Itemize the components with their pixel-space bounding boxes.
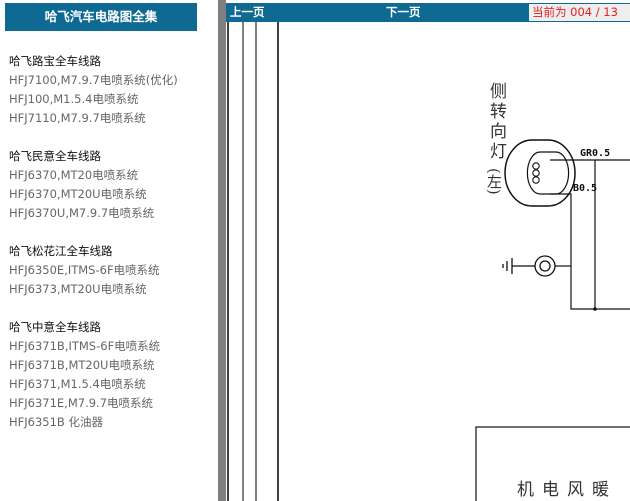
group-title: 哈飞松花江全车线路 bbox=[9, 244, 113, 258]
circuit-link[interactable]: HFJ6371,M1.5.4电喷系统 bbox=[9, 375, 214, 394]
lamp-filament bbox=[532, 162, 540, 170]
lamp-symbol bbox=[504, 139, 576, 207]
sidebar-title: 哈飞汽车电路图全集 bbox=[5, 3, 197, 31]
circuit-link[interactable]: HFJ6351B 化油器 bbox=[9, 413, 214, 432]
circuit-link[interactable]: HFJ7100,M7.9.7电喷系统(优化) bbox=[9, 71, 214, 90]
wire-b bbox=[550, 193, 595, 310]
circuit-link[interactable]: HFJ7110,M7.9.7电喷系统 bbox=[9, 109, 214, 128]
ground-terminal-inner bbox=[539, 260, 551, 272]
circuit-link[interactable]: HFJ6371B,MT20U电喷系统 bbox=[9, 356, 214, 375]
group-lubao: 哈飞路宝全车线路 HFJ7100,M7.9.7电喷系统(优化) HFJ100,M… bbox=[9, 52, 214, 128]
lamp-label: 侧转向灯 bbox=[486, 82, 506, 162]
next-page-button[interactable]: 下一页 bbox=[386, 3, 421, 22]
lamp-inner bbox=[526, 151, 570, 195]
diagram-drawing bbox=[227, 22, 630, 501]
lamp-side-label: (左) bbox=[485, 168, 503, 195]
circuit-link[interactable]: HFJ6370,MT20电喷系统 bbox=[9, 166, 214, 185]
page-toolbar: 上一页 下一页 当前为 004 / 13 bbox=[226, 3, 630, 22]
page-indicator: 当前为 004 / 13 bbox=[529, 4, 630, 21]
sidebar: 哈飞汽车电路图全集 哈飞路宝全车线路 HFJ7100,M7.9.7电喷系统(优化… bbox=[0, 0, 218, 501]
box-text: 风 bbox=[563, 480, 583, 497]
prev-page-button[interactable]: 上一页 bbox=[230, 3, 265, 22]
box-text: 暖 bbox=[588, 480, 608, 497]
lamp-filament bbox=[532, 169, 540, 177]
group-title: 哈飞中意全车线路 bbox=[9, 320, 101, 334]
wiring-diagram: 侧转向灯 (左) GR0.5 B0.5 暖 风 电 机 bbox=[226, 22, 630, 501]
wire-label-gr: GR0.5 bbox=[580, 148, 611, 159]
box-text: 机 bbox=[513, 480, 533, 497]
group-title: 哈飞民意全车线路 bbox=[9, 149, 101, 163]
circuit-link[interactable]: HFJ6373,MT20U电喷系统 bbox=[9, 280, 214, 299]
circuit-link[interactable]: HFJ6370,MT20U电喷系统 bbox=[9, 185, 214, 204]
sidebar-groups: 哈飞路宝全车线路 HFJ7100,M7.9.7电喷系统(优化) HFJ100,M… bbox=[9, 52, 214, 451]
group-zhongyi: 哈飞中意全车线路 HFJ6371B,ITMS-6F电喷系统 HFJ6371B,M… bbox=[9, 318, 214, 432]
group-minyi: 哈飞民意全车线路 HFJ6370,MT20电喷系统 HFJ6370,MT20U电… bbox=[9, 147, 214, 223]
ground-terminal bbox=[534, 255, 556, 277]
group-songhuajiang: 哈飞松花江全车线路 HFJ6350E,ITMS-6F电喷系统 HFJ6373,M… bbox=[9, 242, 214, 299]
circuit-link[interactable]: HFJ100,M1.5.4电喷系统 bbox=[9, 90, 214, 109]
wire-label-b: B0.5 bbox=[573, 183, 598, 194]
circuit-link[interactable]: HFJ6371B,ITMS-6F电喷系统 bbox=[9, 337, 214, 356]
group-title: 哈飞路宝全车线路 bbox=[9, 54, 101, 68]
frame-splitter[interactable] bbox=[218, 0, 226, 501]
circuit-link[interactable]: HFJ6371E,M7.9.7电喷系统 bbox=[9, 394, 214, 413]
box-text: 电 bbox=[538, 480, 558, 497]
circuit-link[interactable]: HFJ6350E,ITMS-6F电喷系统 bbox=[9, 261, 214, 280]
junction-dot bbox=[593, 307, 597, 311]
circuit-link[interactable]: HFJ6370U,M7.9.7电喷系统 bbox=[9, 204, 214, 223]
lamp-filament bbox=[532, 176, 540, 184]
